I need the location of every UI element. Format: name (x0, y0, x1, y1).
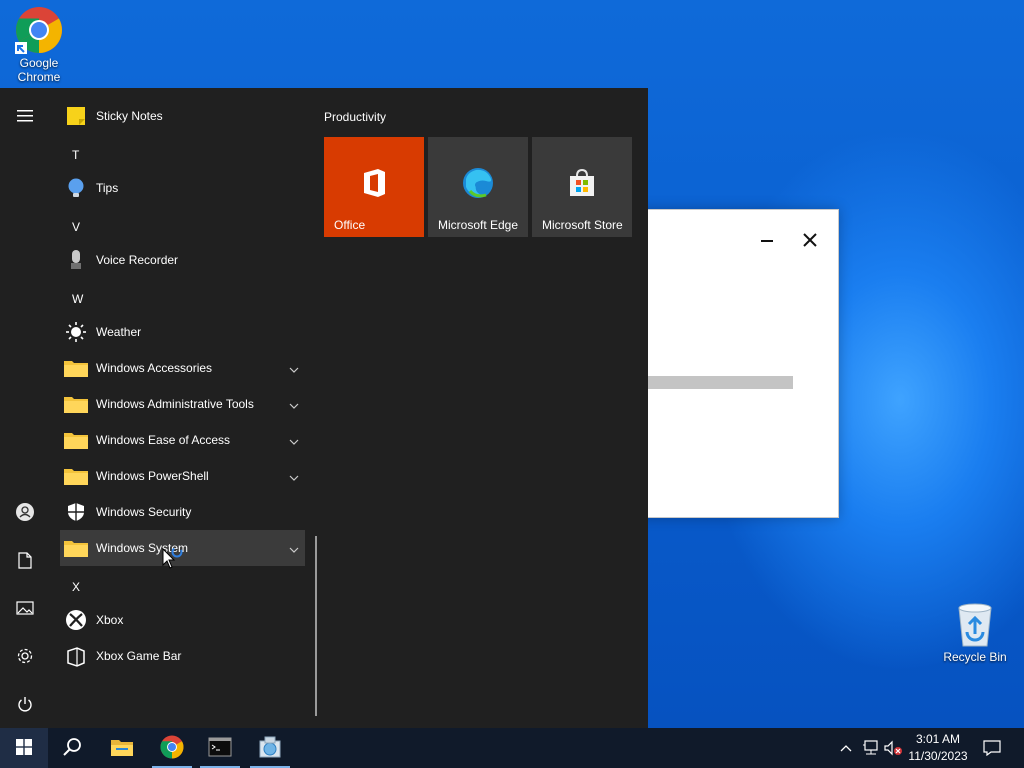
tile-label: Microsoft Edge (438, 218, 519, 232)
start-menu: Sticky Notes T Tips V Voice Recorder W W… (0, 88, 648, 728)
start-button[interactable] (0, 728, 48, 768)
tips-icon (64, 176, 88, 200)
terminal-icon (208, 737, 232, 760)
app-voice-recorder[interactable]: Voice Recorder (60, 242, 305, 278)
app-sticky-notes[interactable]: Sticky Notes (60, 98, 305, 134)
recycle-bin-icon (955, 602, 995, 648)
app-windows-security[interactable]: Windows Security (60, 494, 305, 530)
search-icon (62, 737, 82, 760)
taskbar-installer[interactable] (246, 728, 294, 768)
taskbar-file-explorer[interactable] (98, 728, 146, 768)
background-window[interactable] (620, 209, 839, 518)
chevron-down-icon (289, 434, 299, 448)
tile-microsoft-store[interactable]: Microsoft Store (532, 137, 632, 237)
xbox-game-bar-icon (64, 644, 88, 668)
taskbar-terminal[interactable] (196, 728, 244, 768)
tile-label: Microsoft Store (542, 218, 623, 232)
taskbar: 3:01 AM 11/30/2023 (0, 728, 1024, 768)
power-icon[interactable] (0, 684, 50, 724)
folder-windows-powershell[interactable]: Windows PowerShell (60, 458, 305, 494)
close-icon[interactable] (798, 228, 822, 252)
folder-icon (64, 464, 88, 488)
office-icon (358, 167, 390, 199)
folder-windows-administrative-tools[interactable]: Windows Administrative Tools (60, 386, 305, 422)
store-icon (566, 167, 598, 199)
edge-icon (462, 167, 494, 199)
tile-group-title[interactable]: Productivity (324, 110, 524, 124)
app-tips[interactable]: Tips (60, 170, 305, 206)
chevron-down-icon (289, 362, 299, 376)
weather-sun-icon (64, 320, 88, 344)
app-label: Windows Administrative Tools (96, 397, 254, 411)
shield-icon (64, 500, 88, 524)
folder-icon (64, 536, 88, 560)
chevron-down-icon (289, 470, 299, 484)
app-label: Windows Ease of Access (96, 433, 231, 447)
app-label: Weather (96, 325, 142, 339)
folder-icon (64, 356, 88, 380)
start-rail (0, 88, 50, 728)
letter-header-v[interactable]: V (72, 220, 80, 234)
app-label: Windows Security (96, 505, 192, 519)
chevron-down-icon (289, 542, 299, 556)
chrome-icon (160, 735, 184, 762)
app-list: Sticky Notes T Tips V Voice Recorder W W… (52, 88, 314, 728)
minimize-icon[interactable] (755, 228, 779, 252)
folder-icon (64, 392, 88, 416)
installer-icon (257, 735, 283, 762)
user-icon[interactable] (0, 492, 50, 532)
tile-microsoft-edge[interactable]: Microsoft Edge (428, 137, 528, 237)
app-label: Xbox (96, 613, 124, 627)
chrome-icon (15, 6, 63, 54)
chevron-up-icon[interactable] (836, 738, 856, 758)
app-label: Xbox Game Bar (96, 649, 182, 663)
folder-windows-accessories[interactable]: Windows Accessories (60, 350, 305, 386)
tile-office[interactable]: Office (324, 137, 424, 237)
taskbar-chrome[interactable] (148, 728, 196, 768)
app-xbox-game-bar[interactable]: Xbox Game Bar (60, 638, 305, 674)
desktop-icon-label: Recycle Bin (943, 650, 1007, 664)
desktop-icon-chrome[interactable]: Google Chrome (1, 0, 77, 84)
app-xbox[interactable]: Xbox (60, 602, 305, 638)
sticky-notes-icon (64, 104, 88, 128)
letter-header-x[interactable]: X (72, 580, 80, 594)
app-list-scrollbar[interactable] (315, 536, 317, 716)
pictures-icon[interactable] (0, 588, 50, 628)
app-label: Sticky Notes (96, 109, 163, 123)
windows-logo-icon (16, 738, 32, 758)
search-button[interactable] (48, 728, 96, 768)
desktop-icon-label: Google Chrome (17, 56, 61, 84)
gear-icon[interactable] (0, 636, 50, 676)
app-label: Windows Accessories (96, 361, 213, 375)
letter-header-w[interactable]: W (72, 292, 83, 306)
desktop-icon-recycle-bin[interactable]: Recycle Bin (937, 602, 1013, 664)
hamburger-icon[interactable] (0, 96, 50, 136)
letter-header-t[interactable]: T (72, 148, 79, 162)
document-icon[interactable] (0, 540, 50, 580)
notification-icon[interactable] (982, 738, 1002, 758)
mouse-cursor (162, 546, 186, 570)
taskbar-clock[interactable]: 3:01 AM 11/30/2023 (900, 731, 976, 765)
microphone-icon (64, 248, 88, 272)
tile-label: Office (334, 218, 366, 232)
network-icon[interactable] (861, 738, 881, 758)
xbox-icon (64, 608, 88, 632)
app-label: Tips (96, 181, 119, 195)
folder-windows-ease-of-access[interactable]: Windows Ease of Access (60, 422, 305, 458)
chevron-down-icon (289, 398, 299, 412)
clock-date: 11/30/2023 (908, 749, 968, 763)
app-label: Windows PowerShell (96, 469, 209, 483)
file-explorer-icon (110, 737, 134, 760)
folder-icon (64, 428, 88, 452)
app-label: Voice Recorder (96, 253, 179, 267)
app-weather[interactable]: Weather (60, 314, 305, 350)
clock-time: 3:01 AM (915, 732, 961, 746)
